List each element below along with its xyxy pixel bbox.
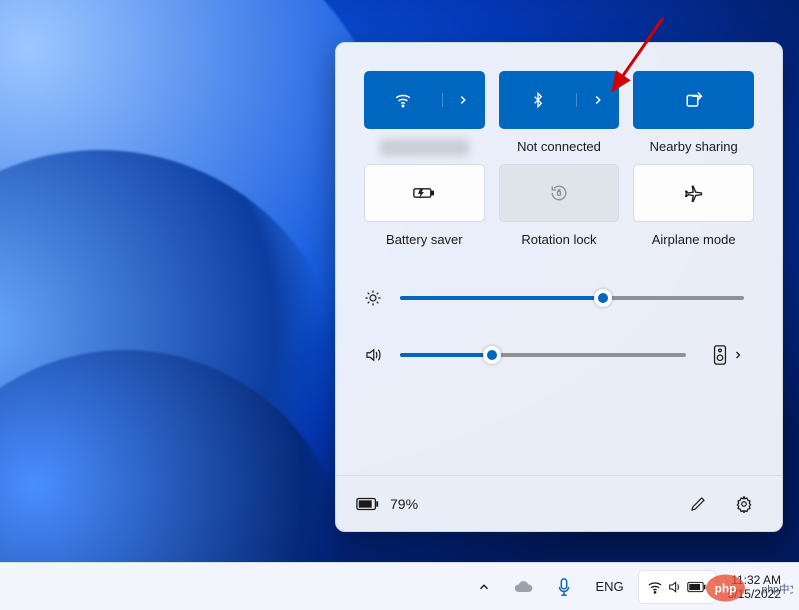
bluetooth-tile[interactable]: [499, 71, 620, 129]
volume-icon: [364, 346, 382, 364]
clock-time: 11:32 AM: [731, 573, 781, 587]
cloud-icon: [514, 580, 534, 594]
chevron-up-icon: [477, 580, 491, 594]
nearby-sharing-tile[interactable]: [633, 71, 754, 129]
airplane-mode-label: Airplane mode: [652, 232, 736, 247]
nearby-sharing-label: Nearby sharing: [650, 139, 738, 154]
wifi-tile[interactable]: [364, 71, 485, 129]
wifi-icon: [394, 91, 412, 109]
microphone-icon: [557, 578, 571, 596]
volume-slider[interactable]: [400, 347, 686, 363]
chevron-right-icon[interactable]: [732, 349, 744, 361]
wifi-expand[interactable]: [442, 93, 484, 107]
wifi-icon: [647, 580, 663, 594]
wifi-label: Available: [380, 139, 469, 156]
taskbar: ENG 11:32 AM 5/15/2022: [0, 562, 799, 610]
battery-saver-icon: [413, 185, 435, 201]
airplane-icon: [684, 183, 704, 203]
sliders-section: [336, 271, 782, 375]
battery-saver-label: Battery saver: [386, 232, 463, 247]
volume-icon: [667, 580, 683, 594]
quick-settings-panel: Available Not connected: [335, 42, 783, 532]
quick-settings-tiles: Available Not connected: [336, 43, 782, 271]
brightness-icon: [364, 289, 382, 307]
airplane-mode-tile[interactable]: [633, 164, 754, 222]
system-tray[interactable]: [638, 570, 716, 604]
rotation-lock-label: Rotation lock: [521, 232, 596, 247]
audio-output-button[interactable]: [712, 345, 728, 365]
battery-icon: [687, 581, 707, 593]
battery-percent[interactable]: 79%: [390, 496, 418, 512]
battery-icon: [356, 497, 380, 511]
microphone-tray-icon[interactable]: [547, 570, 581, 604]
chevron-right-icon: [591, 93, 605, 107]
battery-saver-tile[interactable]: [364, 164, 485, 222]
brightness-slider[interactable]: [400, 290, 744, 306]
gear-icon: [735, 495, 753, 513]
weather-tray-icon[interactable]: [507, 570, 541, 604]
clock-date: 5/15/2022: [728, 587, 781, 601]
bluetooth-expand[interactable]: [576, 93, 618, 107]
settings-button[interactable]: [726, 486, 762, 522]
share-icon: [685, 91, 703, 109]
rotation-lock-icon: [550, 184, 568, 202]
rotation-lock-tile: [499, 164, 620, 222]
quick-settings-footer: 79%: [336, 475, 782, 531]
bluetooth-label: Not connected: [517, 139, 601, 154]
bluetooth-toggle[interactable]: [500, 90, 577, 110]
taskbar-clock[interactable]: 11:32 AM 5/15/2022: [722, 573, 787, 601]
chevron-right-icon: [456, 93, 470, 107]
language-indicator[interactable]: ENG: [587, 579, 631, 594]
pencil-icon: [689, 495, 707, 513]
tray-overflow-button[interactable]: [467, 570, 501, 604]
wifi-toggle[interactable]: [365, 91, 442, 109]
edit-button[interactable]: [680, 486, 716, 522]
bluetooth-icon: [530, 90, 546, 110]
